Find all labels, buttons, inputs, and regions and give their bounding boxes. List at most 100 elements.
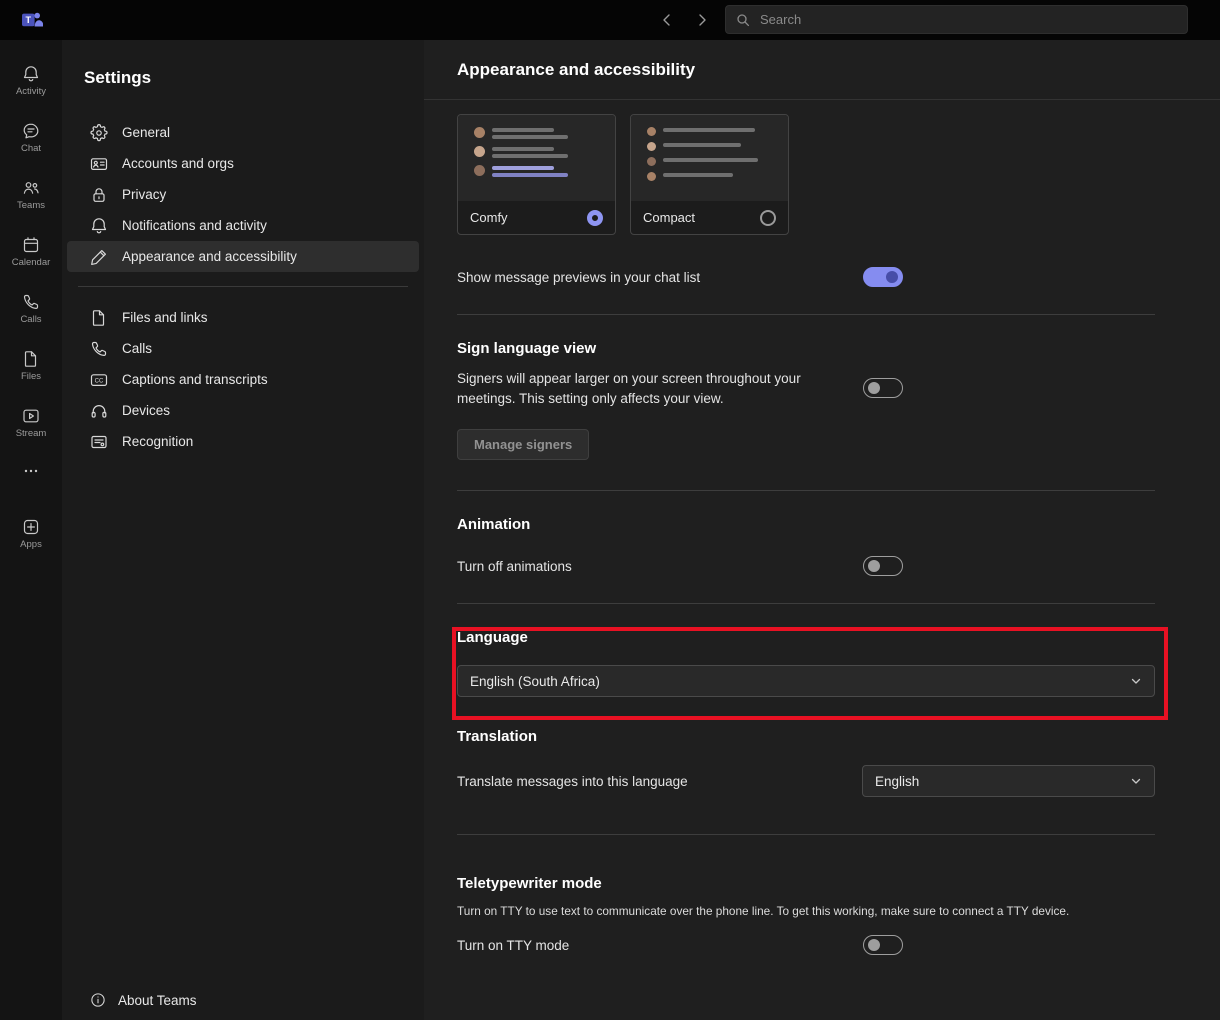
app-rail: Activity Chat Teams Calendar Calls Files bbox=[0, 40, 62, 1020]
compact-label: Compact bbox=[643, 210, 696, 225]
comfy-radio[interactable] bbox=[587, 209, 603, 226]
rail-label-apps: Apps bbox=[20, 539, 42, 550]
sidebar-item-appearance[interactable]: Appearance and accessibility bbox=[67, 241, 419, 272]
sidebar-item-general[interactable]: General bbox=[67, 117, 419, 148]
comfy-option-card[interactable]: Comfy bbox=[457, 114, 616, 235]
rail-label-files: Files bbox=[20, 371, 42, 382]
sign-language-heading: Sign language view bbox=[457, 340, 597, 357]
rail-item-calendar[interactable]: Calendar bbox=[0, 223, 62, 280]
svg-text:T: T bbox=[26, 15, 32, 25]
search-input[interactable] bbox=[758, 11, 1177, 28]
forward-button[interactable] bbox=[688, 6, 716, 34]
about-teams-button[interactable]: About Teams bbox=[89, 988, 197, 1012]
settings-menu: General Accounts and orgs Privacy Notifi… bbox=[62, 117, 424, 457]
sign-language-description: Signers will appear larger on your scree… bbox=[457, 371, 801, 406]
rail-item-files[interactable]: Files bbox=[0, 337, 62, 394]
page-title: Appearance and accessibility bbox=[457, 59, 696, 79]
sidebar-item-label: Notifications and activity bbox=[122, 218, 267, 233]
density-options: Comfy Compact bbox=[457, 114, 1155, 235]
more-ellipsis-icon bbox=[21, 461, 41, 481]
panel-content: Comfy Compact Show message previews in y… bbox=[424, 114, 1220, 955]
rail-item-teams[interactable]: Teams bbox=[0, 166, 62, 223]
rail-label-activity: Activity bbox=[15, 86, 47, 97]
sidebar-item-recognition[interactable]: Recognition bbox=[67, 426, 419, 457]
rail-label-stream: Stream bbox=[15, 428, 47, 439]
teams-logo-icon: T bbox=[20, 8, 44, 32]
compact-option-card[interactable]: Compact bbox=[630, 114, 789, 235]
message-preview-row: Show message previews in your chat list bbox=[457, 267, 1155, 287]
compact-radio[interactable] bbox=[760, 209, 776, 226]
appearance-settings-panel: Appearance and accessibility Comfy Compa… bbox=[424, 40, 1220, 1020]
sidebar-item-label: Calls bbox=[122, 341, 153, 356]
compact-preview-thumbnail bbox=[631, 115, 788, 201]
stream-icon bbox=[21, 406, 41, 426]
sidebar-item-privacy[interactable]: Privacy bbox=[67, 179, 419, 210]
sidebar-item-label: Accounts and orgs bbox=[122, 156, 234, 171]
manage-signers-button[interactable]: Manage signers bbox=[457, 429, 590, 460]
translation-label: Translate messages into this language bbox=[457, 773, 688, 789]
rail-item-activity[interactable]: Activity bbox=[0, 52, 62, 109]
settings-sidebar: Settings General Accounts and orgs Priva… bbox=[62, 40, 424, 1020]
chevron-down-icon bbox=[1130, 775, 1142, 787]
translation-heading: Translation bbox=[457, 728, 538, 745]
sidebar-item-calls[interactable]: Calls bbox=[67, 333, 419, 364]
tty-description: Turn on TTY to use text to communicate o… bbox=[457, 904, 1070, 918]
section-divider bbox=[457, 490, 1155, 491]
phone-icon bbox=[89, 339, 109, 359]
lock-icon bbox=[89, 185, 109, 205]
message-preview-toggle[interactable] bbox=[863, 267, 903, 287]
document-icon bbox=[89, 308, 109, 328]
chat-icon bbox=[21, 121, 41, 141]
comfy-preview-thumbnail bbox=[458, 115, 615, 201]
translation-row: Translate messages into this language En… bbox=[457, 765, 1155, 797]
tty-toggle[interactable] bbox=[863, 935, 903, 955]
sign-language-row: Signers will appear larger on your scree… bbox=[457, 369, 1155, 409]
animation-toggle[interactable] bbox=[863, 556, 903, 576]
tty-row: Turn on TTY mode bbox=[457, 935, 1155, 955]
svg-text:CC: CC bbox=[95, 378, 104, 384]
rail-item-stream[interactable]: Stream bbox=[0, 394, 62, 451]
closed-captions-icon: CC bbox=[89, 370, 109, 390]
message-preview-label: Show message previews in your chat list bbox=[457, 269, 701, 285]
wand-icon bbox=[89, 247, 109, 267]
file-icon bbox=[21, 349, 41, 369]
section-divider bbox=[457, 314, 1155, 315]
language-dropdown[interactable]: English (South Africa) bbox=[457, 665, 1155, 697]
sidebar-item-label: Recognition bbox=[122, 434, 194, 449]
animation-heading: Animation bbox=[457, 516, 531, 533]
rail-item-more[interactable] bbox=[0, 451, 62, 491]
info-icon bbox=[89, 991, 107, 1009]
sidebar-item-label: General bbox=[122, 125, 171, 140]
gear-icon bbox=[89, 123, 109, 143]
sidebar-item-devices[interactable]: Devices bbox=[67, 395, 419, 426]
rail-label-chat: Chat bbox=[20, 143, 42, 154]
language-heading: Language bbox=[457, 629, 528, 646]
calendar-icon bbox=[21, 235, 41, 255]
apps-icon bbox=[21, 517, 41, 537]
sign-language-toggle[interactable] bbox=[863, 378, 903, 398]
sidebar-item-notifications[interactable]: Notifications and activity bbox=[67, 210, 419, 241]
translation-dropdown[interactable]: English bbox=[862, 765, 1155, 797]
teams-people-icon bbox=[21, 178, 41, 198]
rail-item-apps[interactable]: Apps bbox=[0, 505, 62, 562]
back-button[interactable] bbox=[653, 6, 681, 34]
sidebar-item-files-and-links[interactable]: Files and links bbox=[67, 302, 419, 333]
sidebar-item-label: Devices bbox=[122, 403, 171, 418]
animation-row: Turn off animations bbox=[457, 556, 1155, 576]
id-card-icon bbox=[89, 154, 109, 174]
bell-icon bbox=[89, 216, 109, 236]
sidebar-item-accounts-and-orgs[interactable]: Accounts and orgs bbox=[67, 148, 419, 179]
sidebar-item-label: Appearance and accessibility bbox=[122, 249, 297, 264]
language-selected-value: English (South Africa) bbox=[470, 673, 600, 689]
sidebar-item-label: Captions and transcripts bbox=[122, 372, 268, 387]
sidebar-item-captions[interactable]: CC Captions and transcripts bbox=[67, 364, 419, 395]
search-box[interactable] bbox=[725, 5, 1188, 34]
tty-heading: Teletypewriter mode bbox=[457, 875, 602, 892]
panel-header: Appearance and accessibility bbox=[424, 40, 1220, 100]
top-bar: T bbox=[0, 0, 1220, 40]
rail-item-chat[interactable]: Chat bbox=[0, 109, 62, 166]
rail-item-calls[interactable]: Calls bbox=[0, 280, 62, 337]
settings-title: Settings bbox=[84, 68, 152, 87]
activity-bell-icon bbox=[21, 64, 41, 84]
rail-label-calendar: Calendar bbox=[11, 257, 51, 268]
